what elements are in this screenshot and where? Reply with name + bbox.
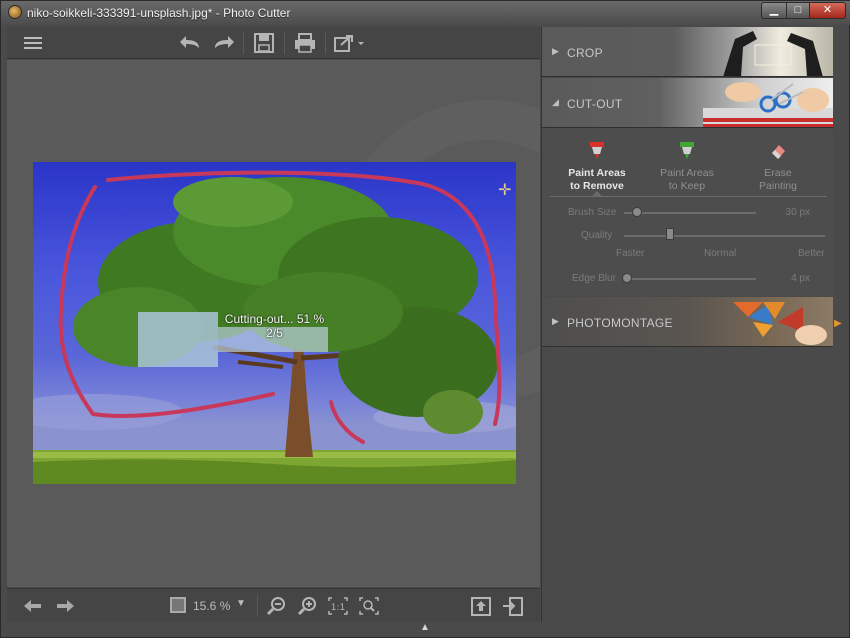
progress-step: 2/5 (266, 326, 283, 340)
toolbar-separator (325, 32, 326, 54)
menu-icon[interactable] (19, 31, 47, 55)
expanded-arrow-icon: ◢ (552, 97, 559, 107)
app-window: niko-soikkeli-333391-unsplash.jpg* - Pho… (0, 0, 850, 638)
zoom-dropdown-icon[interactable]: ▼ (236, 598, 246, 609)
close-button[interactable]: ✕ (809, 2, 846, 19)
photo[interactable]: Cutting-out... 51 % 2/5 (33, 162, 516, 484)
eraser-icon (772, 145, 785, 159)
erase-line2: Painting (759, 180, 797, 192)
tangram-illustration (733, 302, 827, 345)
cutout-section-header[interactable]: ◢ CUT-OUT (542, 78, 833, 128)
statusbar-separator (257, 595, 258, 617)
collapsed-arrow-icon: ▶ (552, 316, 559, 326)
side-panel: ▶ CROP ◢ CUT-OUT Paint Areas to Remove P… (541, 27, 833, 622)
actual-size-icon[interactable]: 1:1 (326, 595, 350, 617)
expand-panel-icon[interactable]: ▶ (834, 318, 842, 329)
brush-size-label: Brush Size (568, 207, 617, 218)
paint-remove-button[interactable]: Paint Areas to Remove (552, 141, 642, 193)
cutout-settings: Paint Areas to Remove Paint Areas to Keep … (542, 129, 833, 296)
paint-keep-button[interactable]: Paint Areas to Keep (642, 141, 732, 193)
redo-icon[interactable] (209, 31, 237, 55)
title-bar[interactable]: niko-soikkeli-333391-unsplash.jpg* - Pho… (1, 1, 850, 25)
quality-faster: Faster (616, 248, 645, 259)
cutout-label: CUT-OUT (567, 97, 623, 111)
next-arrow-icon[interactable] (53, 595, 77, 617)
toolbar-separator (284, 32, 285, 54)
crosshair-cursor-icon: ✛ (498, 182, 512, 199)
fit-icon[interactable] (357, 595, 381, 617)
save-icon[interactable] (250, 31, 278, 55)
undo-icon[interactable] (177, 31, 205, 55)
app-icon (8, 5, 22, 19)
edge-blur-value: 4 px (791, 273, 810, 284)
image-canvas[interactable]: Cutting-out... 51 % 2/5 ✛ (7, 60, 540, 587)
quality-slider[interactable] (624, 235, 825, 237)
zoom-preset-icon[interactable] (170, 597, 186, 613)
edge-blur-thumb[interactable] (622, 273, 632, 283)
exit-icon[interactable] (501, 595, 525, 617)
marker-red-icon (590, 142, 604, 159)
crop-hands-illustration (723, 31, 823, 76)
print-icon[interactable] (291, 31, 319, 55)
quality-thumb[interactable] (666, 228, 674, 240)
zoom-out-icon[interactable] (265, 595, 289, 617)
paint-keep-line1: Paint Areas (660, 167, 714, 179)
edge-blur-slider[interactable] (624, 278, 756, 280)
quality-better: Better (798, 248, 825, 259)
active-mode-indicator (591, 191, 603, 197)
scissors-illustration (703, 82, 833, 127)
upload-icon[interactable] (469, 595, 493, 617)
photomontage-label: PHOTOMONTAGE (567, 316, 673, 330)
toolbar (7, 27, 540, 59)
toolbar-separator (243, 32, 244, 54)
brush-size-thumb[interactable] (632, 207, 642, 217)
window-title: niko-soikkeli-333391-unsplash.jpg* - Pho… (27, 6, 291, 20)
erase-line1: Erase (764, 167, 792, 179)
edge-blur-label: Edge Blur (572, 273, 616, 284)
crop-label: CROP (567, 46, 603, 60)
svg-text:1:1: 1:1 (331, 603, 345, 613)
progress-status: Cutting-out... 51 % (224, 312, 325, 326)
maximize-button[interactable]: □ (786, 2, 810, 19)
crop-section-header[interactable]: ▶ CROP (542, 27, 833, 77)
zoom-in-icon[interactable] (296, 595, 320, 617)
status-bar: 15.6 % ▼ 1:1 (7, 588, 540, 622)
quality-normal: Normal (704, 248, 737, 259)
erase-painting-button[interactable]: Erase Painting (733, 141, 823, 193)
cutout-progress-text: Cutting-out... 51 % 2/5 (33, 312, 516, 340)
zoom-value[interactable]: 15.6 % (193, 599, 230, 613)
paint-keep-line2: to Keep (668, 180, 706, 192)
maximize-icon: □ (794, 4, 802, 16)
bottom-panel-toggle-icon[interactable]: ▲ (420, 622, 430, 633)
export-icon[interactable] (331, 31, 365, 55)
quality-label: Quality (581, 230, 613, 241)
paint-remove-line1: Paint Areas (568, 167, 626, 179)
photomontage-section-header[interactable]: ▶ PHOTOMONTAGE (542, 297, 833, 347)
brush-size-value: 30 px (785, 207, 810, 218)
minimize-icon: ▁ (769, 4, 779, 16)
collapsed-arrow-icon: ▶ (552, 46, 559, 56)
brush-size-slider[interactable] (624, 212, 756, 214)
marker-green-icon (680, 142, 694, 159)
prev-arrow-icon[interactable] (21, 595, 45, 617)
close-icon: ✕ (822, 4, 833, 16)
minimize-button[interactable]: ▁ (761, 2, 787, 19)
